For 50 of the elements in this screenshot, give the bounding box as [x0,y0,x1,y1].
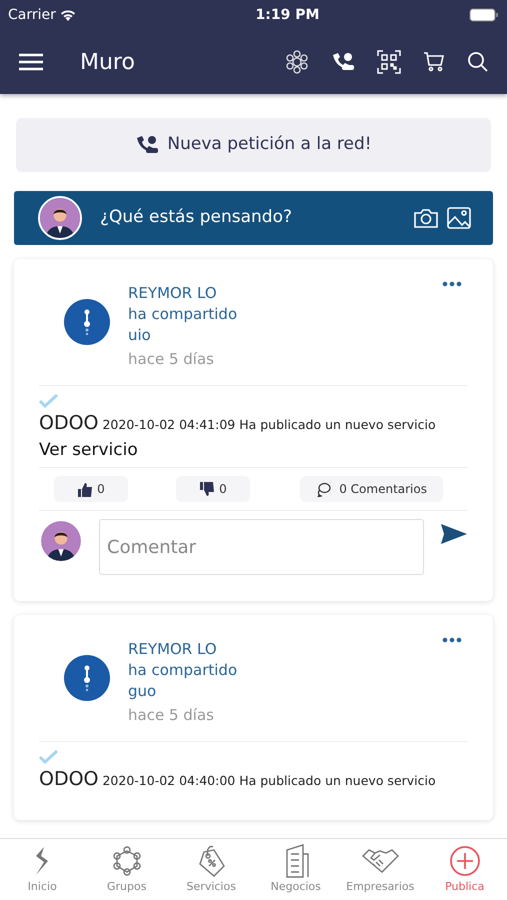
tab-item[interactable]: Servicios [169,839,254,900]
qr-scan-icon[interactable] [377,50,401,74]
plus-circle-icon [448,843,481,879]
clock-time: 1:19 PM [256,6,320,24]
user-avatar-icon [39,519,83,563]
post-action: ha compartido [128,304,238,325]
dislike-button[interactable]: 0 [176,476,250,502]
comment-field[interactable]: Comentar [99,519,424,575]
cart-icon[interactable] [423,51,445,73]
contact-request-icon[interactable] [331,52,355,72]
page-title: Muro [80,48,135,76]
menu-button[interactable] [18,52,44,72]
comments-button[interactable]: 0 Comentarios [300,476,443,502]
thumbs-up-icon [77,482,94,496]
more-options-icon[interactable] [442,637,462,643]
network-icon[interactable] [285,50,309,74]
company-logo-icon [64,299,110,345]
composer-prompt[interactable]: ¿Qué estás pensando? [100,205,413,231]
search-icon[interactable] [467,51,489,73]
post-target: guo [128,681,158,702]
battery-icon [469,8,499,22]
avatar-icon [38,196,82,240]
more-options-icon[interactable] [442,281,462,287]
tab-item[interactable]: Publica [422,839,507,900]
thumbs-down-icon [199,482,216,496]
post-target: uio [128,325,152,346]
camera-icon[interactable] [413,207,439,229]
post-message: ODOO 2020-10-02 04:41:09 Ha publicado un nuevo servicio [39,410,437,436]
post-author[interactable]: REYMOR LO [128,639,442,660]
new-request-button[interactable]: Nueva petición a la red! [16,118,491,172]
tab-item[interactable]: Empresarios [338,839,422,900]
image-icon[interactable] [447,207,471,229]
post-time: hace 5 días [128,349,215,370]
tag-icon [196,843,226,879]
tab-item[interactable]: Inicio [0,839,84,900]
post-action: ha compartido [128,660,238,681]
contact-request-icon [135,135,160,155]
carrier-label: Carrier [8,6,56,24]
comment-icon [316,482,332,496]
wifi-icon [60,9,76,21]
like-button[interactable]: 0 [54,476,128,502]
send-icon[interactable] [440,523,468,545]
tab-item[interactable]: Negocios [254,839,338,900]
view-service-link[interactable]: Ver servicio [39,440,138,460]
tab-item[interactable]: Grupos [84,839,169,900]
post-message: ODOO 2020-10-02 04:40:00 Ha publicado un nuevo servicio [39,766,437,792]
post-composer-bar[interactable]: ¿Qué estás pensando? [14,191,493,245]
post-author[interactable]: REYMOR LO [128,283,442,304]
post-time: hace 5 días [128,705,215,726]
company-logo-icon [64,655,110,701]
